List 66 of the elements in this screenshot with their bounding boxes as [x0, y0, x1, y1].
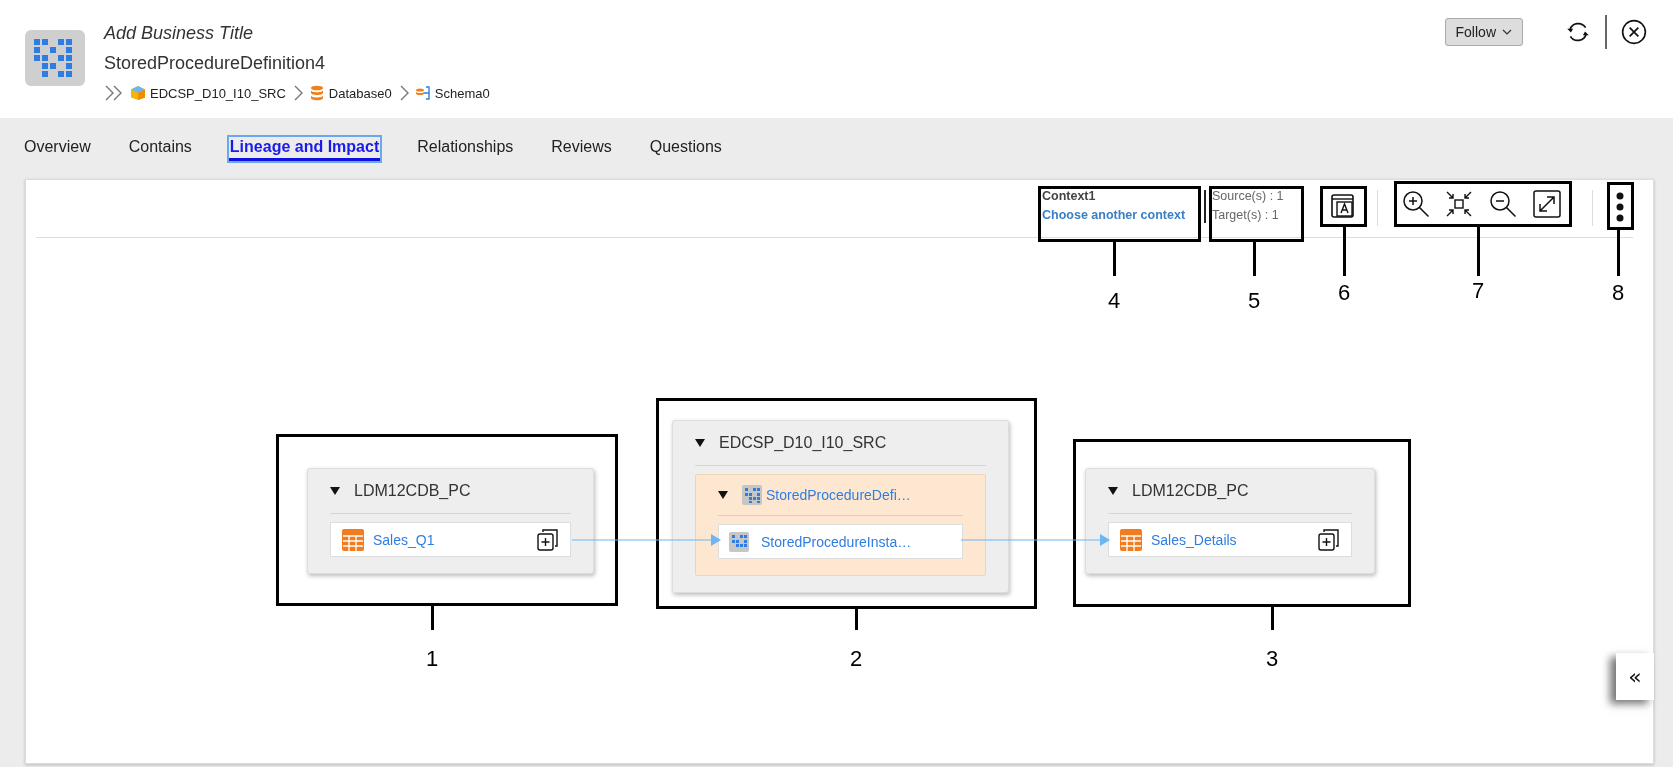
grid-icon	[729, 531, 749, 552]
expand-toggle-icon[interactable]	[695, 438, 705, 448]
callout-number: 5	[1246, 288, 1262, 314]
leader-line	[1477, 227, 1480, 276]
leader-line	[431, 606, 434, 630]
tab[interactable]: Relationships	[416, 137, 515, 158]
leader-line	[855, 609, 858, 630]
lineage-item[interactable]: StoredProcedureInsta…	[718, 524, 963, 559]
database-icon	[308, 85, 325, 101]
expand-toggle-icon[interactable]	[1108, 486, 1118, 496]
source-count: Source(s) : 1	[1212, 189, 1284, 203]
legend-book-icon[interactable]	[1329, 192, 1357, 220]
lineage-item[interactable]: Sales_Q1	[330, 522, 571, 557]
caret-icon	[1502, 29, 1512, 35]
schema-icon	[414, 85, 431, 101]
context-name: Context1	[1042, 189, 1097, 203]
breadcrumb-link[interactable]: Database0	[328, 85, 392, 101]
callout-number: 6	[1336, 280, 1352, 306]
callout-number: 2	[848, 646, 864, 672]
zoom-in-icon[interactable]	[1401, 189, 1431, 219]
grid-icon	[25, 30, 85, 86]
lineage-item[interactable]: Sales_Details	[1108, 522, 1352, 557]
chevron-icon	[398, 85, 409, 101]
table-icon	[1119, 527, 1143, 552]
table-icon	[341, 527, 365, 552]
leader-line	[1343, 227, 1346, 276]
node-title: EDCSP_D10_I10_SRC	[719, 434, 887, 452]
add-copy-icon[interactable]	[1317, 527, 1341, 552]
callout-frame	[1320, 186, 1367, 227]
callout-number: 1	[424, 646, 440, 672]
callout-number: 8	[1610, 280, 1626, 306]
collapse-panel-button[interactable]: «	[1616, 653, 1654, 700]
expand-toggle-icon[interactable]	[718, 490, 728, 500]
callout-frame	[1607, 182, 1634, 230]
close-icon[interactable]	[1621, 19, 1647, 45]
double-chevron-icon	[104, 85, 124, 101]
expand-toggle-icon[interactable]	[330, 486, 340, 496]
group-link[interactable]: StoredProcedureDefi…	[766, 487, 911, 503]
expand-icon[interactable]	[1532, 189, 1562, 219]
tab[interactable]: Contains	[127, 137, 193, 158]
leader-line	[1271, 607, 1274, 630]
business-title[interactable]: Add Business Title	[104, 22, 490, 44]
tab[interactable]: Overview	[23, 137, 92, 158]
follow-button[interactable]: Follow	[1444, 18, 1523, 46]
callout-number: 4	[1106, 288, 1122, 314]
choose-context-link[interactable]: Choose another context	[1042, 208, 1186, 222]
breadcrumb-link[interactable]: Schema0	[434, 85, 490, 101]
grid-icon	[742, 485, 762, 505]
zoom-out-icon[interactable]	[1488, 189, 1518, 219]
tab[interactable]: Questions	[648, 137, 723, 158]
callout-number: 7	[1470, 278, 1486, 304]
target-count: Target(s) : 1	[1212, 208, 1280, 222]
leader-line	[1253, 242, 1256, 276]
tab[interactable]: Reviews	[550, 137, 613, 158]
add-copy-icon[interactable]	[536, 527, 560, 552]
callout-number: 3	[1264, 646, 1280, 672]
leader-line	[1617, 230, 1620, 276]
node-title: LDM12CDB_PC	[1132, 482, 1249, 500]
chevron-icon	[292, 85, 303, 101]
breadcrumb-link[interactable]: EDCSP_D10_I10_SRC	[150, 85, 286, 101]
node-title: LDM12CDB_PC	[354, 482, 471, 500]
fit-to-screen-icon[interactable]	[1444, 189, 1474, 219]
asset-name: StoredProcedureDefinition4	[104, 52, 327, 74]
cube-icon	[130, 85, 146, 101]
tab[interactable]: Lineage and Impact	[228, 137, 381, 161]
leader-line	[1113, 242, 1116, 276]
